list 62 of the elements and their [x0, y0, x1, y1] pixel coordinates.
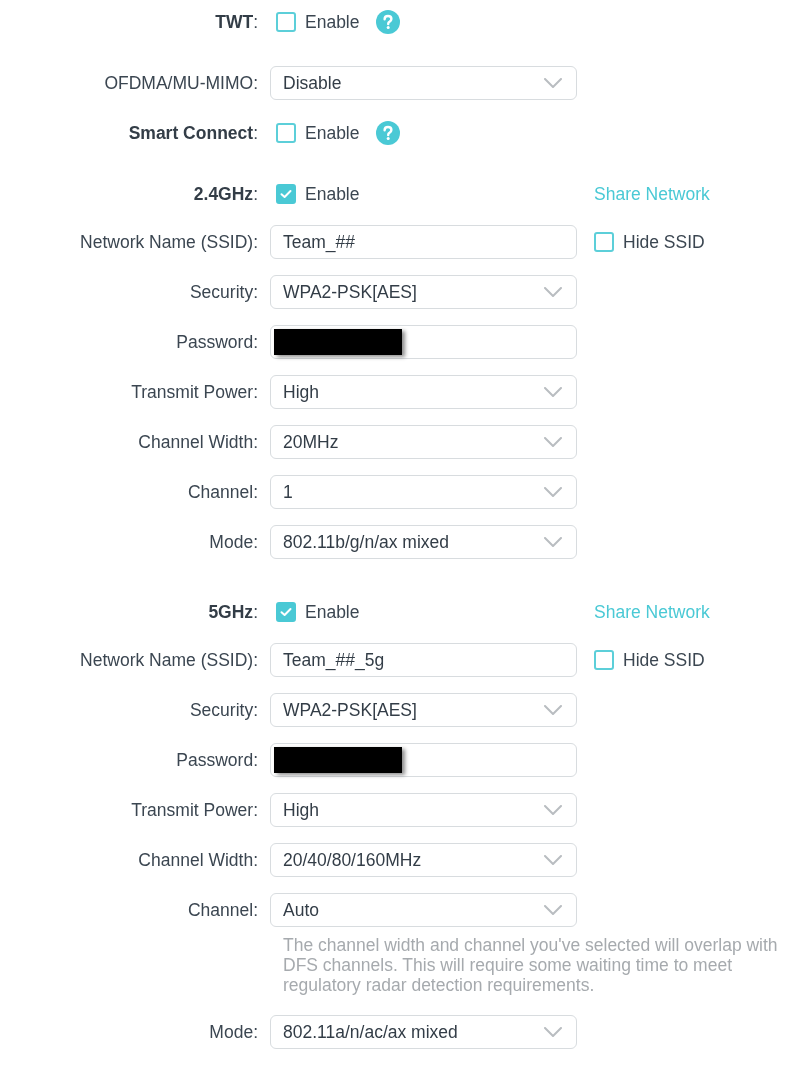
- checkbox-label[interactable]: Hide SSID: [623, 231, 705, 253]
- checkbox-label[interactable]: Enable: [305, 183, 360, 205]
- dropdown[interactable]: WPA2-PSK[AES]: [270, 693, 577, 727]
- checkbox-label[interactable]: Enable: [305, 601, 360, 623]
- checkbox-label[interactable]: Enable: [305, 11, 360, 33]
- dropdown[interactable]: 802.11a/n/ac/ax mixed: [270, 1015, 577, 1049]
- checkbox[interactable]: [594, 232, 614, 252]
- text-field[interactable]: Team_##: [270, 225, 577, 259]
- field-label: Smart Connect:: [128, 122, 258, 145]
- chevron-down-icon: [544, 537, 562, 547]
- field-label: TWT:: [215, 11, 258, 34]
- field-label: Channel:: [187, 899, 258, 922]
- field-label: Network Name (SSID):: [80, 649, 258, 672]
- help-icon[interactable]: [375, 10, 400, 34]
- field-label: Channel Width:: [138, 431, 258, 454]
- check-icon: [280, 189, 292, 199]
- chevron-down-icon: [544, 855, 562, 865]
- dropdown[interactable]: Disable: [270, 66, 577, 100]
- field-label: Channel Width:: [138, 849, 258, 872]
- field-label: Security:: [189, 699, 258, 722]
- field-label: Transmit Power:: [131, 381, 258, 404]
- chevron-down-icon: [544, 78, 562, 88]
- help-icon[interactable]: [375, 121, 400, 145]
- field-label: Security:: [189, 281, 258, 304]
- chevron-down-icon: [544, 1027, 562, 1037]
- chevron-down-icon: [544, 905, 562, 915]
- field-label: OFDMA/MU-MIMO:: [104, 72, 258, 95]
- dropdown[interactable]: High: [270, 375, 577, 409]
- checkbox[interactable]: [594, 650, 614, 670]
- dropdown[interactable]: 1: [270, 475, 577, 509]
- band-label: 2.4GHz:: [193, 183, 258, 206]
- checkbox-label[interactable]: Enable: [305, 122, 360, 144]
- warning-note: The channel width and channel you've selected will overlap with DFS channels. This will require some waiting time to meet regulatory radar detection requirements.: [282, 935, 779, 995]
- field-label: Mode:: [209, 531, 258, 554]
- dropdown[interactable]: 20MHz: [270, 425, 577, 459]
- dropdown[interactable]: WPA2-PSK[AES]: [270, 275, 577, 309]
- checkbox[interactable]: [276, 184, 296, 204]
- chevron-down-icon: [544, 705, 562, 715]
- field-label: Network Name (SSID):: [80, 231, 258, 254]
- field-label: Password:: [176, 331, 258, 354]
- check-icon: [280, 607, 292, 617]
- text-field[interactable]: Team_##_5g: [270, 643, 577, 677]
- band-label: 5GHz:: [208, 601, 258, 624]
- chevron-down-icon: [544, 287, 562, 297]
- chevron-down-icon: [544, 487, 562, 497]
- field-label: Channel:: [187, 481, 258, 504]
- field-label: Transmit Power:: [131, 799, 258, 822]
- chevron-down-icon: [544, 387, 562, 397]
- dropdown[interactable]: Auto: [270, 893, 577, 927]
- dropdown[interactable]: 802.11b/g/n/ax mixed: [270, 525, 577, 559]
- checkbox[interactable]: [276, 123, 296, 143]
- dropdown[interactable]: 20/40/80/160MHz: [270, 843, 577, 877]
- checkbox[interactable]: [276, 12, 296, 32]
- password-field[interactable]: [270, 325, 577, 359]
- password-field[interactable]: [270, 743, 577, 777]
- checkbox-label[interactable]: Hide SSID: [623, 649, 705, 671]
- checkbox[interactable]: [276, 602, 296, 622]
- chevron-down-icon: [544, 437, 562, 447]
- chevron-down-icon: [544, 805, 562, 815]
- field-label: Password:: [176, 749, 258, 772]
- dropdown[interactable]: High: [270, 793, 577, 827]
- field-label: Mode:: [209, 1021, 258, 1044]
